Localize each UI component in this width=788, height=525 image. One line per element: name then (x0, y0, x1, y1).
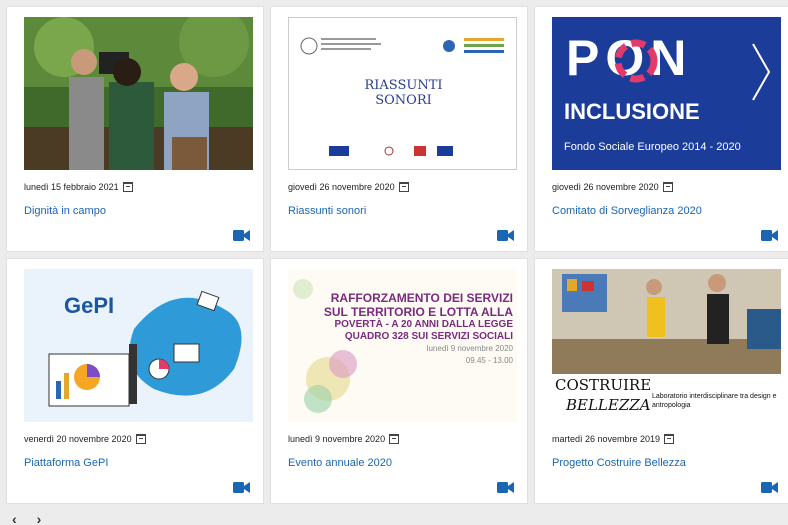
prev-page-button[interactable]: ‹ (12, 511, 17, 525)
thumbnail-gepi[interactable]: GePI (24, 269, 253, 422)
pagination: ‹ › (12, 511, 41, 525)
card-date: giovedì 26 novembre 2020 (288, 182, 409, 192)
card-title[interactable]: Comitato di Sorveglianza 2020 (552, 205, 702, 217)
card-riassunti[interactable]: RIASSUNTI SONORI giovedì 26 novembre 2020… (270, 6, 528, 252)
thumb-costruire-banner: COSTRUIRE BELLEZZA Laboratorio interdisc… (552, 374, 781, 422)
card-title[interactable]: Evento annuale 2020 (288, 457, 392, 469)
card-evento[interactable]: RAFFORZAMENTO DEI SERVIZI SUL TERRITORIO… (270, 258, 528, 504)
calendar-icon (398, 182, 409, 192)
thumbnail-dignita[interactable] (24, 17, 253, 170)
card-date: martedì 26 novembre 2019 (552, 434, 675, 444)
calendar-icon (389, 434, 400, 444)
video-camera-icon (233, 482, 250, 493)
thumb-inclusione: INCLUSIONE (564, 99, 700, 124)
thumbnail-riassunti[interactable]: RIASSUNTI SONORI (288, 17, 517, 170)
video-camera-icon (497, 482, 514, 493)
card-date: giovedì 26 novembre 2020 (552, 182, 673, 192)
thumbnail-comitato[interactable]: PON INCLUSIONE Fondo Sociale Europeo 201… (552, 17, 781, 170)
chevron-right-icon (752, 43, 771, 101)
card-title[interactable]: Progetto Costruire Bellezza (552, 457, 686, 469)
calendar-icon (662, 182, 673, 192)
thumbnail-evento[interactable]: RAFFORZAMENTO DEI SERVIZI SUL TERRITORIO… (288, 269, 517, 422)
card-gepi[interactable]: GePI venerdì 20 novembre 2020 Piattaform… (6, 258, 264, 504)
card-grid: lunedì 15 febbraio 2021 Dignità in campo… (6, 6, 788, 504)
calendar-icon (122, 182, 133, 192)
thumb-event-text: RAFFORZAMENTO DEI SERVIZI SUL TERRITORIO… (323, 291, 513, 365)
next-page-button[interactable]: › (37, 511, 42, 525)
card-date: lunedì 15 febbraio 2021 (24, 182, 133, 192)
video-camera-icon (761, 230, 778, 241)
thumb-fse: Fondo Sociale Europeo 2014 - 2020 (564, 141, 741, 153)
card-dignita[interactable]: lunedì 15 febbraio 2021 Dignità in campo (6, 6, 264, 252)
card-comitato[interactable]: PON INCLUSIONE Fondo Sociale Europeo 201… (534, 6, 788, 252)
pon-ring-logo (614, 39, 658, 83)
video-camera-icon (233, 230, 250, 241)
video-camera-icon (497, 230, 514, 241)
card-date: lunedì 9 novembre 2020 (288, 434, 400, 444)
calendar-icon (135, 434, 146, 444)
video-camera-icon (761, 482, 778, 493)
card-costruire[interactable]: COSTRUIRE BELLEZZA Laboratorio interdisc… (534, 258, 788, 504)
calendar-icon (664, 434, 675, 444)
card-title[interactable]: Dignità in campo (24, 205, 106, 217)
card-title[interactable]: Riassunti sonori (288, 205, 366, 217)
thumb-caption: RIASSUNTI SONORI (364, 78, 443, 108)
card-date: venerdì 20 novembre 2020 (24, 434, 146, 444)
card-title[interactable]: Piattaforma GePI (24, 457, 108, 469)
thumb-gepi-logo: GePI (64, 293, 115, 318)
thumbnail-costruire[interactable]: COSTRUIRE BELLEZZA Laboratorio interdisc… (552, 269, 781, 422)
